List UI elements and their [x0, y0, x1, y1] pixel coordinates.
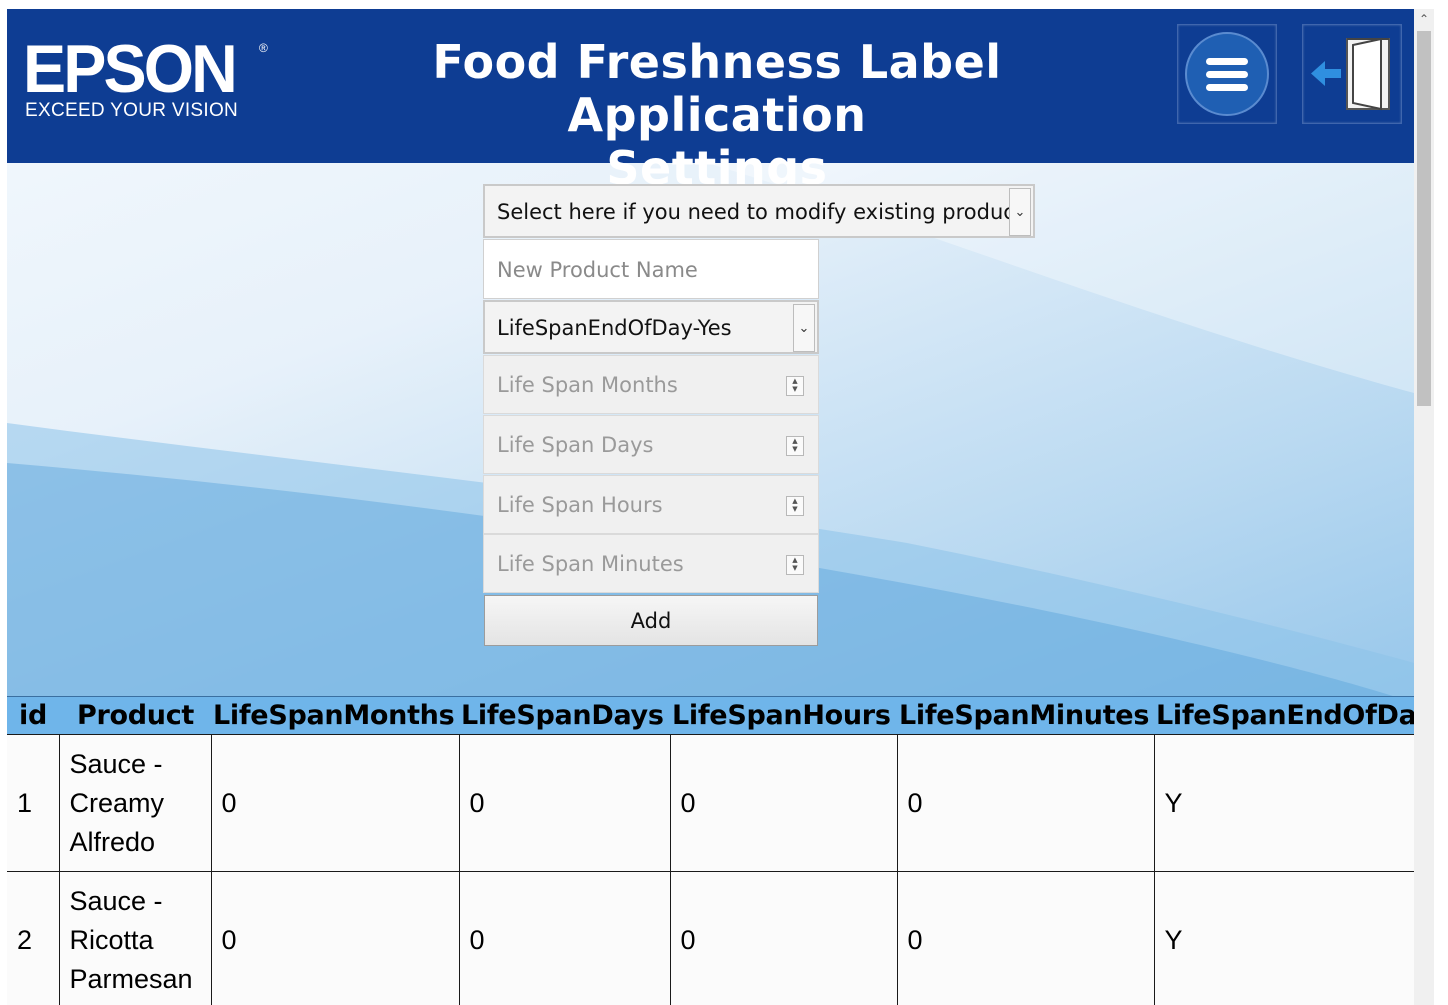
- logo-wordmark: EPSON: [23, 31, 238, 107]
- existing-product-select[interactable]: Select here if you need to modify existi…: [483, 184, 1035, 238]
- column-header-lifespan-end-of-day: LifeSpanEndOfDa: [1154, 696, 1414, 735]
- products-table-container: id Product LifeSpanMonths LifeSpanDays L…: [7, 696, 1414, 1005]
- scrollbar-thumb[interactable]: [1417, 31, 1431, 406]
- cell-lifespan-days: 0: [458, 734, 671, 872]
- cell-lifespan-end-of-day: Y: [1153, 734, 1414, 872]
- menu-button[interactable]: [1177, 24, 1277, 124]
- chevron-down-icon: ⌄: [793, 304, 815, 352]
- life-span-hours-placeholder: Life Span Hours: [497, 493, 663, 517]
- life-span-end-of-day-select[interactable]: LifeSpanEndOfDay-Yes ⌄: [483, 300, 819, 354]
- add-button[interactable]: Add: [484, 595, 818, 646]
- cell-lifespan-days: 0: [458, 871, 671, 1005]
- chevron-down-icon: ⌄: [1009, 188, 1031, 236]
- cell-lifespan-hours: 0: [669, 871, 898, 1005]
- life-span-minutes-placeholder: Life Span Minutes: [497, 552, 684, 576]
- new-product-name-placeholder: New Product Name: [497, 258, 698, 282]
- existing-product-select-value: Select here if you need to modify existi…: [497, 200, 1024, 224]
- hamburger-menu-icon: [1185, 32, 1269, 116]
- cell-lifespan-minutes: 0: [896, 734, 1155, 872]
- cell-product: Sauce - Ricotta Parmesan: [58, 871, 212, 1005]
- scroll-up-arrow-icon[interactable]: ⌃: [1414, 9, 1434, 29]
- column-header-lifespan-months: LifeSpanMonths: [211, 696, 459, 735]
- end-of-day-select-value: LifeSpanEndOfDay-Yes: [497, 316, 732, 340]
- logout-door-icon: [1311, 37, 1390, 111]
- life-span-minutes-input[interactable]: Life Span Minutes ▲ ▼: [483, 534, 819, 593]
- cell-lifespan-minutes: 0: [896, 871, 1155, 1005]
- cell-lifespan-hours: 0: [669, 734, 898, 872]
- spinner-arrows-icon[interactable]: ▲ ▼: [786, 436, 804, 456]
- spinner-arrows-icon[interactable]: ▲ ▼: [786, 555, 804, 575]
- registered-mark: ®: [259, 41, 268, 55]
- spinner-arrows-icon[interactable]: ▲ ▼: [786, 496, 804, 516]
- cell-lifespan-months: 0: [210, 871, 460, 1005]
- logout-button[interactable]: [1302, 24, 1402, 124]
- table-row[interactable]: 2 Sauce - Ricotta Parmesan 0 0 0 0 Y: [7, 871, 1414, 1005]
- cell-lifespan-months: 0: [210, 734, 460, 872]
- spinner-arrows-icon[interactable]: ▲ ▼: [786, 376, 804, 396]
- column-header-lifespan-days: LifeSpanDays: [459, 696, 670, 735]
- new-product-name-input[interactable]: New Product Name: [483, 239, 819, 299]
- cell-product: Sauce - Creamy Alfredo: [58, 734, 212, 872]
- life-span-months-placeholder: Life Span Months: [497, 373, 678, 397]
- cell-id: 2: [7, 871, 60, 1005]
- life-span-hours-input[interactable]: Life Span Hours ▲ ▼: [483, 475, 819, 534]
- cell-id: 1: [7, 734, 60, 872]
- life-span-days-placeholder: Life Span Days: [497, 433, 654, 457]
- column-header-lifespan-hours: LifeSpanHours: [670, 696, 897, 735]
- column-header-product: Product: [59, 696, 211, 735]
- column-header-lifespan-minutes: LifeSpanMinutes: [897, 696, 1154, 735]
- life-span-months-input[interactable]: Life Span Months ▲ ▼: [483, 355, 819, 414]
- life-span-days-input[interactable]: Life Span Days ▲ ▼: [483, 415, 819, 474]
- page-title-line1: Food Freshness Label Application: [432, 35, 1002, 142]
- products-table: id Product LifeSpanMonths LifeSpanDays L…: [7, 696, 1414, 1005]
- table-row[interactable]: 1 Sauce - Creamy Alfredo 0 0 0 0 Y: [7, 734, 1414, 872]
- epson-logo: EPSON ® EXCEED YOUR VISION: [23, 31, 268, 122]
- column-header-id: id: [7, 696, 59, 735]
- page-title: Food Freshness Label Application Setting…: [307, 36, 1127, 195]
- settings-page: EPSON ® EXCEED YOUR VISION Food Freshnes…: [7, 9, 1414, 1005]
- table-header-row: id Product LifeSpanMonths LifeSpanDays L…: [7, 696, 1414, 735]
- cell-lifespan-end-of-day: Y: [1153, 871, 1414, 1005]
- app-header: EPSON ® EXCEED YOUR VISION Food Freshnes…: [7, 9, 1414, 195]
- vertical-scrollbar[interactable]: ⌃: [1414, 9, 1434, 1005]
